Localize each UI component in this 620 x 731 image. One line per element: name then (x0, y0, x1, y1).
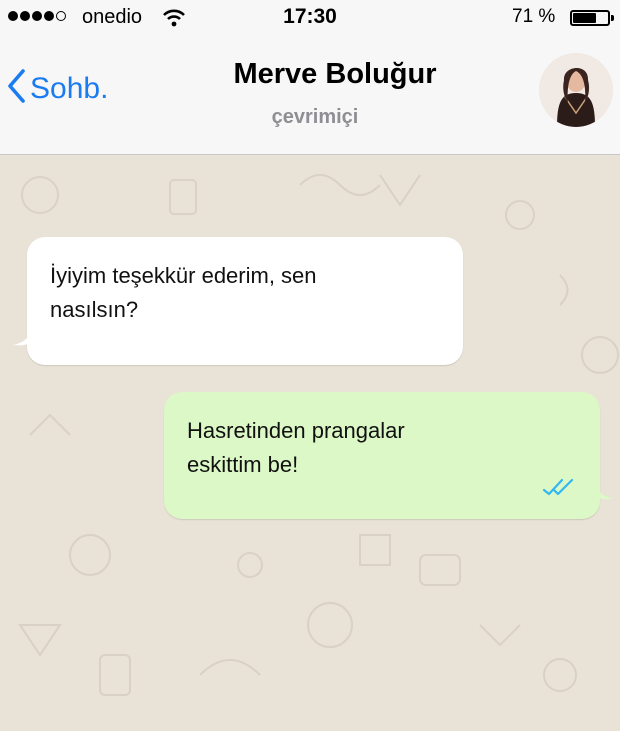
contact-name[interactable]: Merve Boluğur (0, 58, 620, 91)
message-line: nasılsın? (50, 297, 139, 322)
bubble-tail (13, 327, 33, 346)
battery-fill (573, 13, 596, 23)
message-text: Hasretinden prangalar eskittim be! (187, 414, 577, 482)
avatar[interactable] (539, 53, 613, 127)
chat-area[interactable]: İyiyim teşekkür ederim, sen nasılsın? Ha… (0, 155, 620, 731)
battery-percent: 71 % (512, 6, 556, 27)
outgoing-message[interactable]: Hasretinden prangalar eskittim be! (164, 392, 614, 519)
status-bar: onedio 17:30 71 % (0, 0, 620, 36)
message-text: İyiyim teşekkür ederim, sen nasılsın? (50, 259, 440, 327)
message-line: Hasretinden prangalar (187, 418, 405, 443)
double-check-icon (542, 478, 576, 501)
bubble-tail (594, 481, 614, 500)
battery-tip (611, 15, 614, 21)
contact-status: çevrimiçi (271, 106, 359, 128)
battery-icon (570, 10, 614, 26)
chat-header: Sohb. Merve Boluğur çevrimiçi (0, 36, 620, 155)
incoming-message[interactable]: İyiyim teşekkür ederim, sen nasılsın? (13, 237, 463, 365)
message-line: eskittim be! (187, 452, 299, 477)
message-line: İyiyim teşekkür ederim, sen (50, 263, 317, 288)
